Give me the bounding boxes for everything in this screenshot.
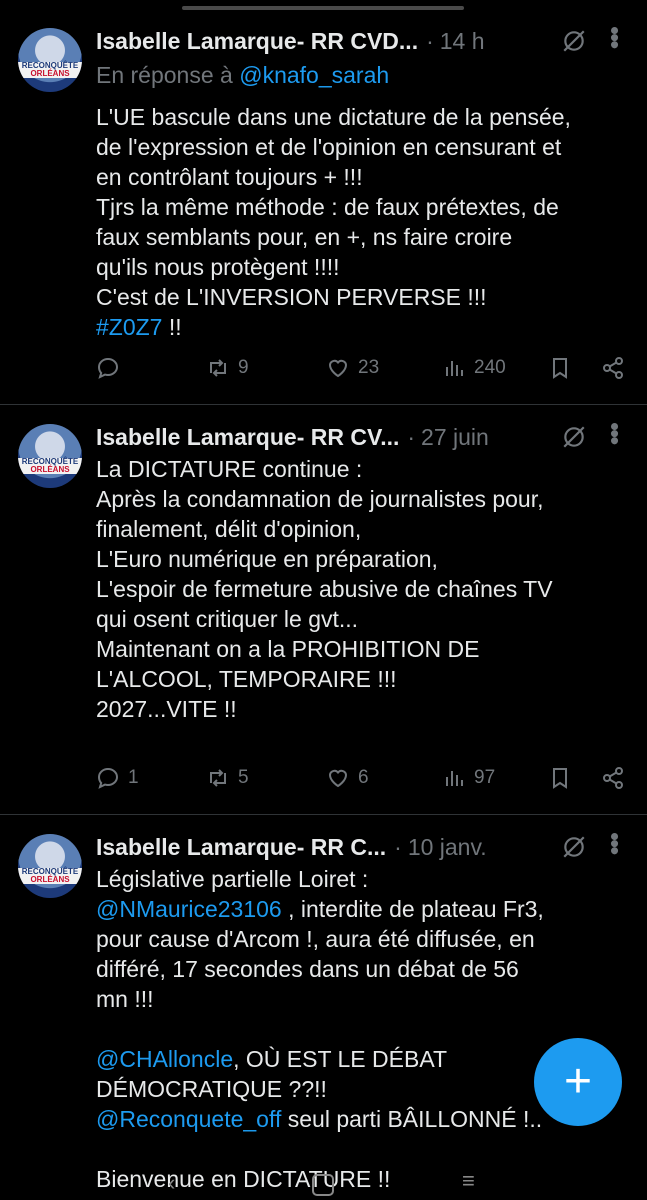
- mention-link[interactable]: @CHAlloncle: [96, 1046, 233, 1072]
- action-bar: 9 23 240: [96, 356, 631, 386]
- timestamp[interactable]: 27 juin: [421, 424, 489, 451]
- share-button[interactable]: [601, 766, 633, 790]
- system-nav-bar: ‹ ≡: [0, 1168, 647, 1200]
- author-name[interactable]: Isabelle Lamarque- RR CV...: [96, 424, 399, 451]
- heart-icon: [328, 769, 348, 788]
- tweet[interactable]: RECONQUÊTE ORLÉANS Isabelle Lamarque- RR …: [0, 26, 647, 396]
- avatar-label: RECONQUÊTE ORLÉANS: [18, 62, 82, 78]
- retweet-icon: [210, 769, 226, 787]
- tweet-header: Isabelle Lamarque- RR CVD... · 14 h: [96, 26, 485, 56]
- more-options-icon[interactable]: •••: [600, 422, 630, 443]
- reply-button[interactable]: 1: [96, 766, 139, 790]
- tweet[interactable]: RECONQUÊTE ORLÉANS Isabelle Lamarque- RR …: [0, 832, 647, 1200]
- tweet-text: L'UE bascule dans une dictature de la pe…: [96, 104, 571, 340]
- timestamp[interactable]: 14 h: [440, 28, 485, 55]
- tweet-header: Isabelle Lamarque- RR CV... · 27 juin: [96, 422, 489, 452]
- reply-button[interactable]: [96, 356, 128, 380]
- views-button[interactable]: 97: [442, 766, 495, 790]
- reply-icon: [97, 357, 119, 379]
- grok-icon[interactable]: [561, 424, 587, 450]
- bookmark-icon: [553, 358, 567, 379]
- retweet-icon: [210, 359, 226, 377]
- tweet-text: Législative partielle Loiret : @NMaurice…: [96, 866, 544, 1192]
- reply-context: En réponse à @knafo_sarah: [96, 62, 390, 88]
- views-icon: [446, 361, 463, 376]
- compose-button[interactable]: +: [534, 1038, 622, 1126]
- recents-icon[interactable]: ≡: [462, 1168, 475, 1194]
- reply-mention-link[interactable]: @knafo_sarah: [239, 62, 389, 88]
- bookmark-button[interactable]: [548, 356, 580, 380]
- more-options-icon[interactable]: •••: [600, 832, 630, 853]
- retweet-button[interactable]: 5: [206, 766, 249, 790]
- action-bar: 1 5 6 97: [96, 766, 631, 796]
- views-button[interactable]: 240: [442, 356, 506, 380]
- share-icon: [603, 357, 623, 379]
- author-name[interactable]: Isabelle Lamarque- RR C...: [96, 834, 386, 861]
- more-options-icon[interactable]: •••: [600, 26, 630, 47]
- top-grabber: [182, 6, 464, 10]
- back-icon[interactable]: ‹: [168, 1170, 175, 1196]
- mention-link[interactable]: @Reconquete_off: [96, 1106, 281, 1132]
- divider: [0, 404, 647, 405]
- divider: [0, 814, 647, 815]
- tweet[interactable]: RECONQUÊTE ORLÉANS Isabelle Lamarque- RR …: [0, 422, 647, 802]
- views-icon: [446, 771, 463, 786]
- share-button[interactable]: [601, 356, 633, 380]
- avatar-label: RECONQUÊTE ORLÉANS: [18, 868, 82, 884]
- share-icon: [603, 767, 623, 789]
- timestamp[interactable]: 10 janv.: [408, 834, 487, 861]
- tweet-header: Isabelle Lamarque- RR C... · 10 janv.: [96, 832, 487, 862]
- separator: ·: [426, 27, 434, 54]
- grok-icon[interactable]: [561, 28, 587, 54]
- reply-icon: [97, 767, 119, 789]
- like-button[interactable]: 23: [326, 356, 379, 380]
- author-name[interactable]: Isabelle Lamarque- RR CVD...: [96, 28, 418, 55]
- grok-icon[interactable]: [561, 834, 587, 860]
- plus-icon: +: [563, 1055, 593, 1108]
- avatar[interactable]: RECONQUÊTE ORLÉANS: [18, 28, 82, 92]
- mention-link[interactable]: @NMaurice23106: [96, 896, 282, 922]
- like-button[interactable]: 6: [326, 766, 369, 790]
- home-icon[interactable]: [312, 1174, 334, 1196]
- separator: ·: [407, 423, 416, 450]
- avatar[interactable]: RECONQUÊTE ORLÉANS: [18, 424, 82, 488]
- avatar[interactable]: RECONQUÊTE ORLÉANS: [18, 834, 82, 898]
- heart-icon: [328, 359, 348, 378]
- hashtag-link[interactable]: #Z0Z7: [96, 314, 162, 340]
- bookmark-icon: [553, 768, 567, 789]
- avatar-label: RECONQUÊTE ORLÉANS: [18, 458, 82, 474]
- separator: ·: [394, 833, 402, 860]
- retweet-button[interactable]: 9: [206, 356, 249, 380]
- bookmark-button[interactable]: [548, 766, 580, 790]
- tweet-text: La DICTATURE continue : Après la condamn…: [96, 456, 553, 722]
